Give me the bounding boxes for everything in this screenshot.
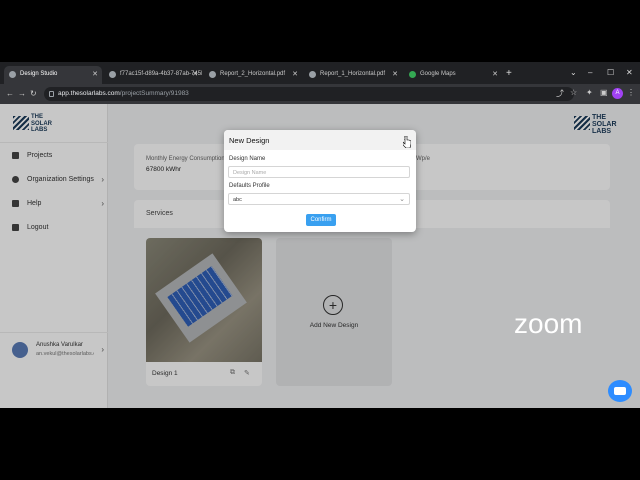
- globe-icon: [109, 71, 116, 78]
- address-bar-row: ← → ↻ app.thesolarlabs.com/projectSummar…: [0, 84, 640, 104]
- profile-label: Defaults Profile: [229, 183, 270, 189]
- chevron-down-icon: ⌄: [399, 196, 405, 203]
- chat-bubble-icon[interactable]: [608, 380, 632, 402]
- favicon-icon: [9, 71, 16, 78]
- pdf-icon: [209, 71, 216, 78]
- tab-report-1[interactable]: Report_1_Horizontal.pdf ✕: [304, 66, 402, 84]
- zoom-watermark: zoom: [514, 308, 583, 339]
- close-icon[interactable]: ✕: [392, 70, 398, 78]
- share-icon[interactable]: ⤴: [556, 88, 564, 98]
- lock-icon: [49, 91, 54, 97]
- maximize-icon[interactable]: ☐: [607, 68, 614, 77]
- sidepanel-icon[interactable]: ▣: [600, 88, 608, 97]
- url-host: app.thesolarlabs.com: [58, 90, 120, 97]
- design-name-label: Design Name: [229, 156, 266, 162]
- design-name-input[interactable]: Design Name: [228, 166, 410, 178]
- window-close-icon[interactable]: ✕: [626, 68, 633, 77]
- screen: Design Studio ✕ f77ac15f-d89a-4b37-87ab-…: [0, 62, 640, 408]
- modal-title: New Design: [229, 136, 270, 145]
- maps-icon: [409, 71, 416, 78]
- tab-report-2[interactable]: Report_2_Horizontal.pdf ✕: [204, 66, 302, 84]
- close-icon[interactable]: ✕: [492, 70, 498, 78]
- star-icon[interactable]: ☆: [570, 88, 578, 97]
- profile-avatar[interactable]: A: [612, 88, 623, 99]
- browser-tab-bar: Design Studio ✕ f77ac15f-d89a-4b37-87ab-…: [0, 62, 640, 84]
- tab-design-studio[interactable]: Design Studio ✕: [4, 66, 102, 84]
- back-icon[interactable]: ←: [6, 89, 14, 98]
- design-name-placeholder: Design Name: [233, 170, 267, 176]
- new-design-modal: New Design × Design Name Design Name Def…: [224, 130, 416, 232]
- extensions-icon[interactable]: ✦: [586, 88, 594, 97]
- tab-uuid[interactable]: f77ac15f-d89a-4b37-87ab-745b ✕: [104, 66, 202, 84]
- url-path: /projectSummary/91983: [119, 90, 189, 97]
- profile-select[interactable]: abc ⌄: [228, 193, 410, 205]
- mouse-cursor-icon: [403, 136, 411, 148]
- globe-icon: [309, 71, 316, 78]
- tab-title: f77ac15f-d89a-4b37-87ab-745b: [120, 71, 202, 77]
- confirm-button[interactable]: Confirm: [306, 214, 336, 226]
- reload-icon[interactable]: ↻: [30, 89, 37, 98]
- modal-header: New Design ×: [224, 130, 416, 150]
- tab-title: Google Maps: [420, 71, 456, 77]
- close-icon[interactable]: ✕: [92, 70, 98, 78]
- minimize-icon[interactable]: –: [588, 68, 592, 77]
- new-tab-icon[interactable]: +: [506, 68, 512, 79]
- tab-title: Report_2_Horizontal.pdf: [220, 71, 286, 77]
- tab-title: Report_1_Horizontal.pdf: [320, 71, 386, 77]
- url-input[interactable]: app.thesolarlabs.com/projectSummary/9198…: [44, 87, 574, 101]
- menu-icon[interactable]: ⋮: [627, 88, 635, 97]
- tab-google-maps[interactable]: Google Maps ✕: [404, 66, 502, 84]
- close-icon[interactable]: ✕: [292, 70, 298, 78]
- forward-icon[interactable]: →: [18, 89, 26, 98]
- chevron-down-icon[interactable]: ⌄: [570, 68, 577, 77]
- close-icon[interactable]: ✕: [192, 70, 198, 78]
- app-area: THE SOLAR LABS Projects Organization Setti…: [0, 104, 640, 408]
- tab-title: Design Studio: [20, 71, 58, 77]
- profile-value: abc: [233, 197, 242, 203]
